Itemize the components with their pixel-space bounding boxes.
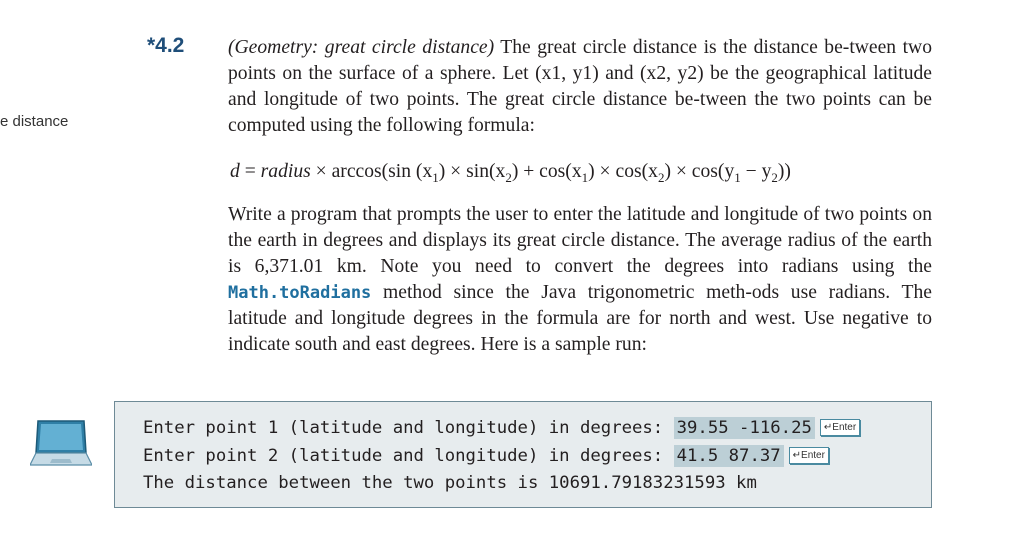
exercise-body-paragraph: Write a program that prompts the user to…	[228, 202, 932, 358]
laptop-icon	[29, 419, 93, 474]
sample-line-2: Enter point 2 (latitude and longitude) i…	[143, 445, 829, 467]
input-point-1: 39.55 -116.25	[673, 417, 815, 439]
prompt-point-1: Enter point 1 (latitude and longitude) i…	[143, 418, 674, 438]
sample-line-1: Enter point 1 (latitude and longitude) i…	[143, 417, 861, 439]
exercise-intro-paragraph: (Geometry: great circle distance) The gr…	[228, 35, 932, 139]
input-point-2: 41.5 87.37	[673, 445, 784, 467]
body-text-before-code: Write a program that prompts the user to…	[228, 204, 932, 277]
sample-run-box: Enter point 1 (latitude and longitude) i…	[114, 401, 932, 508]
great-circle-formula: d = radius × arccos(sin (x1) × sin(x2) +…	[230, 161, 791, 185]
prompt-point-2: Enter point 2 (latitude and longitude) i…	[143, 446, 674, 466]
inline-code-term: Math.toRadians	[228, 283, 372, 303]
enter-key-icon: ↵Enter	[788, 447, 829, 464]
exercise-number: *4.2	[147, 34, 185, 57]
margin-note: e distance	[0, 113, 69, 130]
exercise-title: (Geometry: great circle distance)	[228, 37, 495, 58]
sample-output-line: The distance between the two points is 1…	[143, 473, 757, 493]
enter-key-icon: ↵Enter	[819, 419, 861, 436]
